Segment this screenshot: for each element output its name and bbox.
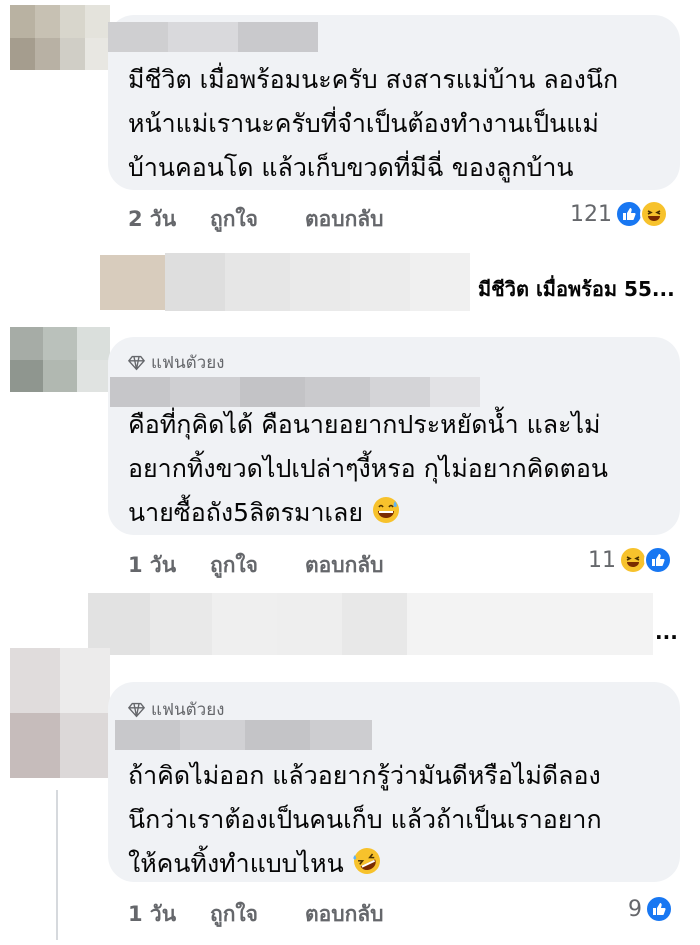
comment-text: คือที่กุคิดได้ คือนายอยากประหยัดน้ำ และไ… [128,403,608,535]
comment-timestamp[interactable]: 1 วัน [128,898,176,931]
comment-text: ถ้าคิดไม่ออก แล้วอยากรู้ว่ามันดีหรือไม่ด… [128,754,602,886]
comment-line: มีชีวิต เมื่อพร้อมนะครับ สงสารแม่บ้าน ลอ… [128,65,619,94]
comment-line: คือที่กุคิดได้ คือนายอยากประหยัดน้ำ และไ… [128,410,601,439]
comment-line: ให้คนทิ้งทำแบบไหน [128,842,602,886]
reply-button[interactable]: ตอบกลับ [305,549,384,582]
like-button[interactable]: ถูกใจ [210,203,258,236]
like-reaction-icon [615,200,643,228]
comment-line: นึกว่าเราต้องเป็นคนเก็บ แล้วถ้าเป็นเราอย… [128,805,602,834]
comment-line-text: ให้คนทิ้งทำแบบไหน [128,849,344,878]
top-fan-badge[interactable]: แฟนตัวยง [128,349,224,376]
reaction-count: 11 [588,547,616,573]
reply-preview-redacted[interactable] [88,593,653,655]
commenter-name-redacted[interactable] [115,720,372,750]
comment-line: หน้าแม่เรานะครับที่จำเป็นต้องทำงานเป็นแม… [128,109,599,138]
badge-label: แฟนตัวยง [151,353,225,373]
reply-preview-avatar[interactable] [100,255,165,310]
reaction-summary[interactable]: 121 [570,200,668,228]
comment-line: ถ้าคิดไม่ออก แล้วอยากรู้ว่ามันดีหรือไม่ด… [128,761,601,790]
reply-button[interactable]: ตอบกลับ [305,203,384,236]
like-button[interactable]: ถูกใจ [210,898,258,931]
comment-timestamp[interactable]: 2 วัน [128,203,176,236]
reply-preview-name-redacted[interactable] [165,253,470,311]
reaction-summary[interactable]: 9 [628,895,673,923]
thread-line [56,790,58,940]
reaction-count: 121 [570,201,612,227]
top-fan-badge[interactable]: แฟนตัวยง [128,696,224,723]
reply-preview-text[interactable]: ... [655,620,678,644]
like-reaction-icon [645,895,673,923]
comment-line: อยากทิ้งขวดไปเปล่าๆงี้หรอ กุไม่อยากคิดตอ… [128,454,608,483]
like-button[interactable]: ถูกใจ [210,549,258,582]
sweat-smile-emoji-icon [372,497,399,523]
reply-preview-text[interactable]: มีชีวิต เมื่อพร้อม 55... [478,273,675,305]
avatar[interactable] [10,648,110,778]
reply-button[interactable]: ตอบกลับ [305,898,384,931]
like-reaction-icon [644,546,672,574]
avatar[interactable] [10,327,110,392]
comment-line: บ้านคอนโด แล้วเก็บขวดที่มีฉี่ ของลูกบ้าน [128,153,574,182]
avatar[interactable] [10,5,110,70]
haha-reaction-icon [640,200,668,228]
diamond-icon [128,702,145,718]
commenter-name-redacted[interactable] [108,22,318,52]
comment-line: นายซื้อถัง5ลิตรมาเลย [128,491,608,535]
comment-line-text: นายซื้อถัง5ลิตรมาเลย [128,498,364,527]
rofl-emoji-icon [353,848,380,874]
reaction-summary[interactable]: 11 [588,546,672,574]
comment-timestamp[interactable]: 1 วัน [128,549,176,582]
reaction-count: 9 [628,896,642,922]
diamond-icon [128,355,145,371]
comment-text: มีชีวิต เมื่อพร้อมนะครับ สงสารแม่บ้าน ลอ… [128,58,618,190]
haha-reaction-icon [619,546,647,574]
badge-label: แฟนตัวยง [151,700,225,720]
